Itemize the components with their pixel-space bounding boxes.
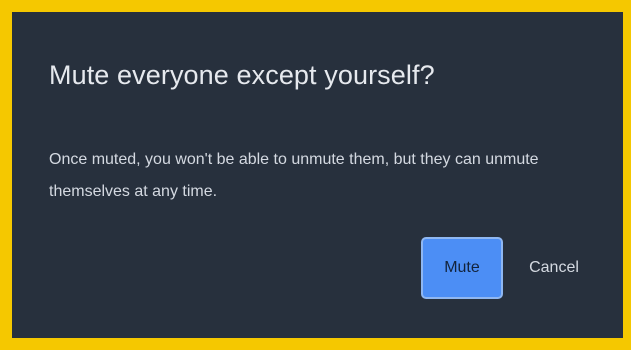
dialog-title: Mute everyone except yourself?: [49, 60, 435, 90]
mute-button[interactable]: Mute: [421, 237, 503, 299]
dialog-message: Once muted, you won't be able to unmute …: [49, 151, 539, 200]
mute-all-dialog: Mute everyone except yourself? Once mute…: [12, 12, 623, 338]
cancel-button[interactable]: Cancel: [518, 237, 590, 299]
highlight-frame: Mute everyone except yourself? Once mute…: [0, 0, 631, 350]
